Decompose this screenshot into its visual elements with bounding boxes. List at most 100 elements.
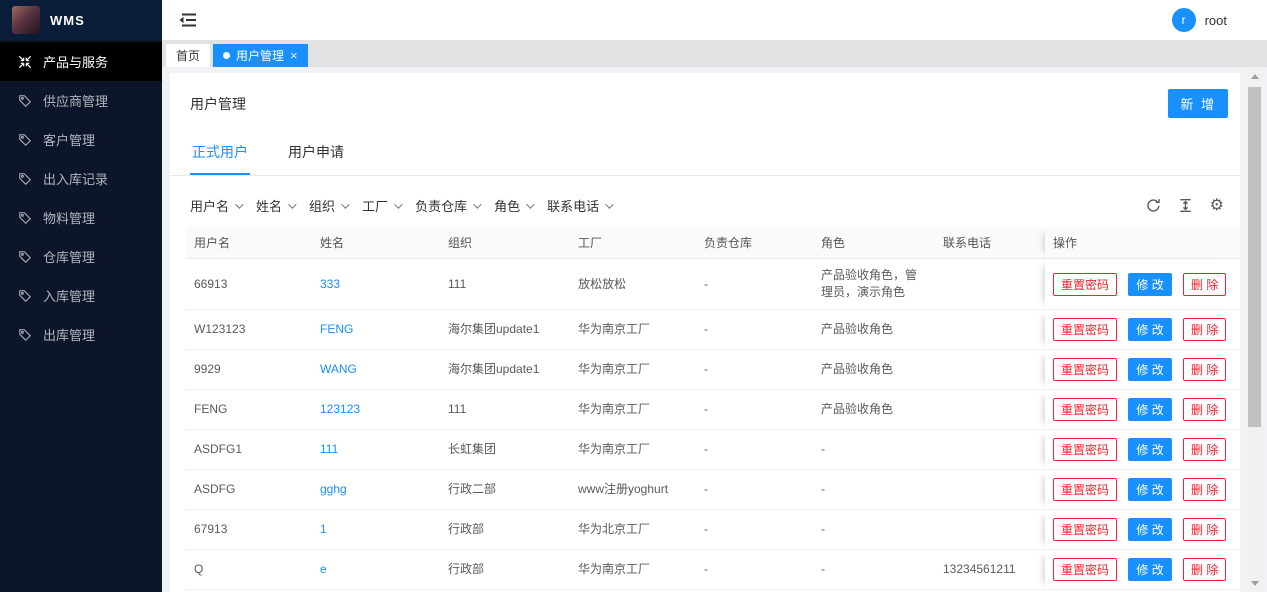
tab-user-management[interactable]: 用户管理 × xyxy=(213,44,308,67)
sidebar-item-label: 入库管理 xyxy=(43,286,95,305)
cell-phone xyxy=(935,259,1045,310)
scroll-down-icon[interactable] xyxy=(1246,576,1263,590)
workspace-avatar-image[interactable] xyxy=(12,6,40,34)
cell-name-link[interactable]: 333 xyxy=(312,259,440,310)
sidebar-item-products-services[interactable]: 产品与服务 xyxy=(0,42,162,81)
tag-icon xyxy=(18,94,32,108)
cell-organization: 行政部 xyxy=(440,550,570,590)
filter-role[interactable]: 角色 xyxy=(494,196,532,215)
sidebar-item-customers[interactable]: 客户管理 xyxy=(0,120,162,159)
filter-name[interactable]: 姓名 xyxy=(256,196,294,215)
cell-warehouse: - xyxy=(696,350,813,390)
window-tabbar: 首页 用户管理 × xyxy=(162,40,1267,67)
cell-warehouse: - xyxy=(696,259,813,310)
chevron-down-icon xyxy=(341,200,349,208)
delete-button[interactable]: 删 除 xyxy=(1183,273,1226,296)
cell-phone: 13234561211 xyxy=(935,550,1045,590)
shrink-icon xyxy=(18,55,32,69)
sidebar-item-label: 出入库记录 xyxy=(43,169,108,188)
edit-button[interactable]: 修 改 xyxy=(1128,478,1171,501)
edit-button[interactable]: 修 改 xyxy=(1128,398,1171,421)
sidebar-item-materials[interactable]: 物料管理 xyxy=(0,198,162,237)
user-avatar[interactable]: r xyxy=(1172,8,1196,32)
filter-phone[interactable]: 联系电话 xyxy=(547,196,611,215)
sidebar-item-suppliers[interactable]: 供应商管理 xyxy=(0,81,162,120)
settings-gear-icon[interactable]: ⚙ xyxy=(1210,198,1224,214)
filter-username[interactable]: 用户名 xyxy=(190,196,241,215)
edit-button[interactable]: 修 改 xyxy=(1128,358,1171,381)
reset-password-button[interactable]: 重置密码 xyxy=(1053,273,1117,296)
cell-warehouse: - xyxy=(696,310,813,350)
edit-button[interactable]: 修 改 xyxy=(1128,318,1171,341)
reset-password-button[interactable]: 重置密码 xyxy=(1053,558,1117,581)
cell-name-link[interactable]: 111 xyxy=(312,430,440,470)
edit-button[interactable]: 修 改 xyxy=(1128,558,1171,581)
edit-button[interactable]: 修 改 xyxy=(1128,438,1171,461)
cell-organization: 行政部 xyxy=(440,510,570,550)
reset-password-button[interactable]: 重置密码 xyxy=(1053,318,1117,341)
delete-button[interactable]: 删 除 xyxy=(1183,398,1226,421)
add-user-button[interactable]: 新 增 xyxy=(1168,89,1228,118)
scrollbar-thumb[interactable] xyxy=(1248,87,1261,427)
column-height-icon[interactable] xyxy=(1178,198,1193,213)
cell-phone xyxy=(935,350,1045,390)
tab-label: 首页 xyxy=(176,47,200,64)
filter-organization[interactable]: 组织 xyxy=(309,196,347,215)
filter-factory[interactable]: 工厂 xyxy=(362,196,400,215)
delete-button[interactable]: 删 除 xyxy=(1183,478,1226,501)
vertical-scrollbar[interactable] xyxy=(1246,67,1263,592)
scroll-up-icon[interactable] xyxy=(1246,69,1263,83)
cell-factory: 华为南京工厂 xyxy=(570,390,696,430)
cell-name-link[interactable]: 1 xyxy=(312,510,440,550)
tab-formal-users[interactable]: 正式用户 xyxy=(190,132,250,175)
table-row: 67913 1 行政部 华为北京工厂 - - 重置密码 修 改 xyxy=(186,510,1240,550)
reload-icon[interactable] xyxy=(1146,198,1161,213)
reset-password-button[interactable]: 重置密码 xyxy=(1053,358,1117,381)
cell-role: - xyxy=(813,550,935,590)
edit-button[interactable]: 修 改 xyxy=(1128,518,1171,541)
cell-name-link[interactable]: e xyxy=(312,550,440,590)
tab-home[interactable]: 首页 xyxy=(166,44,210,67)
menu-fold-icon[interactable] xyxy=(178,11,198,29)
cell-organization: 行政二部 xyxy=(440,470,570,510)
reset-password-button[interactable]: 重置密码 xyxy=(1053,438,1117,461)
cell-role: 产品验收角色 xyxy=(813,350,935,390)
cell-name-link[interactable]: WANG xyxy=(312,350,440,390)
cell-phone xyxy=(935,470,1045,510)
sidebar-item-inout-records[interactable]: 出入库记录 xyxy=(0,159,162,198)
sidebar-item-label: 客户管理 xyxy=(43,130,95,149)
col-factory: 工厂 xyxy=(570,227,696,259)
reset-password-button[interactable]: 重置密码 xyxy=(1053,518,1117,541)
chevron-down-icon xyxy=(473,200,481,208)
cell-name-link[interactable]: 123123 xyxy=(312,390,440,430)
cell-actions: 重置密码 修 改 删 除 xyxy=(1045,310,1240,350)
sidebar-item-outbound[interactable]: 出库管理 xyxy=(0,315,162,354)
cell-role: - xyxy=(813,430,935,470)
delete-button[interactable]: 删 除 xyxy=(1183,318,1226,341)
filter-warehouse[interactable]: 负责仓库 xyxy=(415,196,479,215)
delete-button[interactable]: 删 除 xyxy=(1183,558,1226,581)
chevron-down-icon xyxy=(394,200,402,208)
cell-phone xyxy=(935,430,1045,470)
cell-actions: 重置密码 修 改 删 除 xyxy=(1045,510,1240,550)
tab-user-applications[interactable]: 用户申请 xyxy=(286,132,346,175)
cell-warehouse: - xyxy=(696,550,813,590)
delete-button[interactable]: 删 除 xyxy=(1183,358,1226,381)
col-phone: 联系电话 xyxy=(935,227,1045,259)
tag-icon xyxy=(18,328,32,342)
cell-name-link[interactable]: gghg xyxy=(312,470,440,510)
chevron-down-icon xyxy=(288,200,296,208)
delete-button[interactable]: 删 除 xyxy=(1183,518,1226,541)
sidebar-item-inbound[interactable]: 入库管理 xyxy=(0,276,162,315)
reset-password-button[interactable]: 重置密码 xyxy=(1053,398,1117,421)
reset-password-button[interactable]: 重置密码 xyxy=(1053,478,1117,501)
cell-factory: www注册yoghurt xyxy=(570,470,696,510)
cell-name-link[interactable]: FENG xyxy=(312,310,440,350)
user-menu[interactable]: r root xyxy=(1172,8,1227,32)
col-username: 用户名 xyxy=(186,227,312,259)
cell-actions: 重置密码 修 改 删 除 xyxy=(1045,259,1240,310)
close-tab-icon[interactable]: × xyxy=(290,49,298,62)
delete-button[interactable]: 删 除 xyxy=(1183,438,1226,461)
edit-button[interactable]: 修 改 xyxy=(1128,273,1171,296)
sidebar-item-warehouses[interactable]: 仓库管理 xyxy=(0,237,162,276)
